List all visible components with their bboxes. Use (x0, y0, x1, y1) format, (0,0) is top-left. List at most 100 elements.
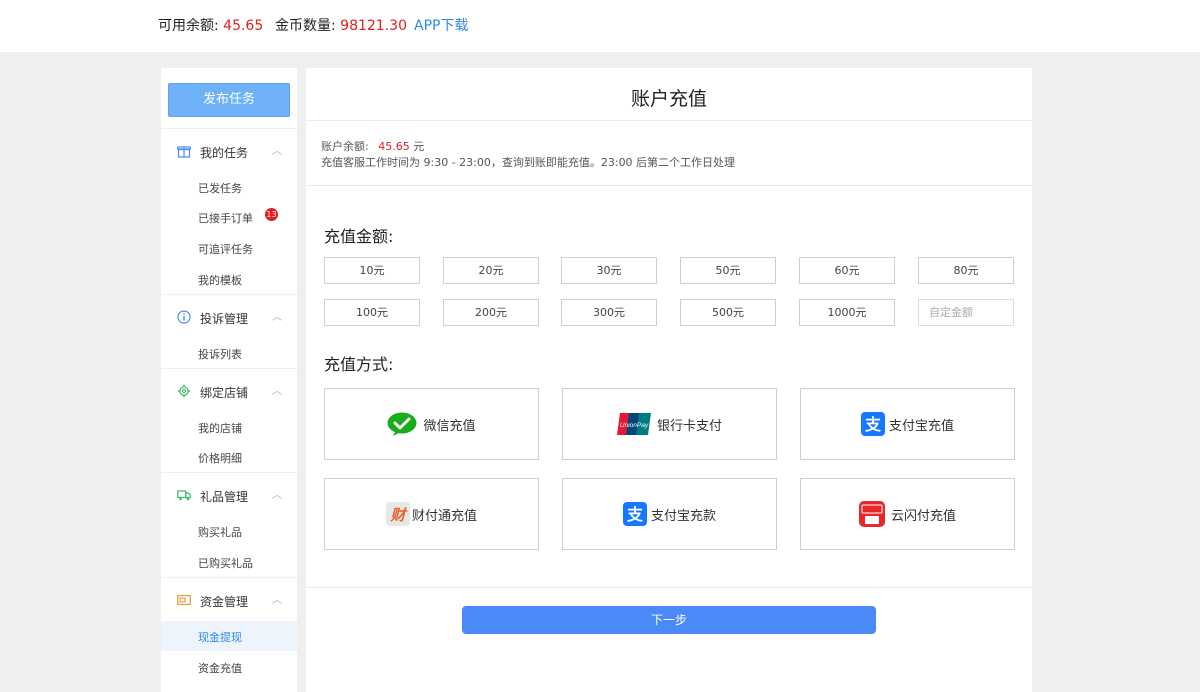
unionpay-icon: UnionPay (616, 413, 651, 435)
amount-option-80[interactable]: 80元 (918, 257, 1014, 284)
service-notice: 充值客服工作时间为 9:30 - 23:00，查询到账即能充值。23:00 后第… (321, 156, 736, 169)
chevron-up-icon: ︿ (272, 490, 282, 501)
sidebar-group-label: 绑定店铺 (200, 386, 249, 400)
sidebar-item-label: 可追评任务 (198, 243, 253, 256)
pay-method-alipay-2[interactable]: 支 支付宝充款 (562, 478, 777, 550)
sidebar-item-label: 购买礼品 (198, 526, 242, 539)
pay-method-label: 财付通充值 (411, 508, 477, 524)
divider (161, 368, 297, 369)
quickpass-icon (858, 501, 885, 527)
pay-method-alipay[interactable]: 支 支付宝充值 (800, 388, 1015, 460)
recharge-panel: 账户充值 账户余额: 45.65 元 充值客服工作时间为 9:30 - 23:0… (306, 68, 1032, 692)
chevron-up-icon: ︿ (272, 386, 282, 397)
notification-badge: 13 (265, 208, 278, 221)
amount-option-30[interactable]: 30元 (561, 257, 657, 284)
sidebar-group-complaints[interactable]: 投诉管理 ︿ (161, 308, 297, 328)
amount-option-100[interactable]: 100元 (324, 299, 420, 326)
chevron-up-icon: ︿ (272, 595, 282, 606)
account-balance: 账户余额: 45.65 元 (321, 138, 424, 154)
sidebar-item-label: 现金提现 (198, 631, 242, 644)
info-circle-icon (177, 310, 191, 324)
sidebar-item-accepted-orders[interactable]: 已接手订单 13 (161, 202, 297, 232)
svg-text:UnionPay: UnionPay (620, 422, 649, 429)
method-section-title: 充值方式: (324, 355, 394, 374)
amount-option-500[interactable]: 500元 (680, 299, 776, 326)
divider (306, 185, 1032, 186)
sidebar-group-gifts[interactable]: 礼品管理 ︿ (161, 486, 297, 506)
sidebar-item-follow-up-reviews[interactable]: 可追评任务 (161, 233, 297, 263)
pay-method-wechat[interactable]: 微信充值 (324, 388, 539, 460)
pay-method-label: 支付宝充款 (650, 508, 716, 524)
pay-method-label: 银行卡支付 (656, 418, 722, 434)
sidebar-item-complaint-list[interactable]: 投诉列表 (161, 338, 297, 368)
amount-option-20[interactable]: 20元 (443, 257, 539, 284)
sidebar-item-label: 我的模板 (198, 274, 242, 287)
available-balance-label: 可用余额: (158, 18, 219, 34)
sidebar-item-my-templates[interactable]: 我的模板 (161, 264, 297, 294)
gear-icon (177, 384, 191, 398)
sidebar-item-label: 价格明细 (198, 452, 242, 465)
divider (161, 294, 297, 295)
tenpay-icon: 财 (385, 502, 410, 526)
sidebar-item-label: 已发任务 (198, 182, 242, 195)
sidebar-item-price-details[interactable]: 价格明细 (161, 442, 297, 472)
amount-option-200[interactable]: 200元 (443, 299, 539, 326)
pay-method-tenpay[interactable]: 财 财付通充值 (324, 478, 539, 550)
truck-icon (177, 490, 191, 501)
sidebar-item-published-tasks[interactable]: 已发任务 (161, 172, 297, 202)
coin-count-value: 98121.30 (340, 18, 407, 34)
sidebar-item-my-shops[interactable]: 我的店铺 (161, 412, 297, 442)
available-balance: 可用余额: 45.65 (158, 15, 263, 35)
available-balance-value: 45.65 (223, 18, 264, 34)
coin-count: 金币数量: 98121.30 (275, 15, 407, 35)
amount-option-300[interactable]: 300元 (561, 299, 657, 326)
chevron-up-icon: ︿ (272, 312, 282, 323)
wallet-icon (177, 594, 191, 606)
pay-method-bank-card[interactable]: UnionPay 银行卡支付 (562, 388, 777, 460)
pay-method-label: 微信充值 (423, 418, 476, 434)
divider (161, 472, 297, 473)
coin-count-label: 金币数量: (275, 18, 336, 34)
account-balance-label: 账户余额: (321, 140, 369, 153)
sidebar-item-purchased-gifts[interactable]: 已购买礼品 (161, 547, 297, 577)
sidebar-group-label: 资金管理 (200, 595, 249, 609)
sidebar-item-cash-withdrawal[interactable]: 现金提现 (161, 621, 297, 651)
divider (306, 587, 1032, 588)
divider (161, 128, 297, 129)
account-balance-value: 45.65 (378, 140, 410, 153)
sidebar-group-label: 投诉管理 (200, 312, 249, 326)
pay-method-label: 支付宝充值 (888, 418, 954, 434)
sidebar-item-label: 资金充值 (198, 662, 242, 675)
wechat-icon (387, 412, 417, 436)
pay-method-quickpass[interactable]: 云闪付充值 (800, 478, 1015, 550)
next-step-button[interactable]: 下一步 (462, 606, 876, 634)
sidebar-item-label: 投诉列表 (198, 348, 242, 361)
amount-option-50[interactable]: 50元 (680, 257, 776, 284)
sidebar: 发布任务 我的任务 ︿ 已发任务 已接手订单 13 可追评任务 我的模板 投诉管… (161, 68, 297, 692)
amount-option-10[interactable]: 10元 (324, 257, 420, 284)
top-bar: 可用余额: 45.65 金币数量: 98121.30 APP下载 (0, 0, 1200, 52)
sidebar-group-bind-shop[interactable]: 绑定店铺 ︿ (161, 382, 297, 402)
divider (161, 577, 297, 578)
svg-text:支: 支 (864, 415, 882, 434)
amount-option-60[interactable]: 60元 (799, 257, 895, 284)
publish-task-button[interactable]: 发布任务 (168, 83, 290, 117)
sidebar-item-label: 已接手订单 (198, 212, 253, 225)
app-download-link[interactable]: APP下载 (414, 15, 468, 35)
sidebar-item-fund-recharge[interactable]: 资金充值 (161, 652, 297, 682)
amount-section-title: 充值金额: (324, 227, 394, 246)
pay-method-label: 云闪付充值 (890, 508, 956, 524)
amount-option-1000[interactable]: 1000元 (799, 299, 895, 326)
sidebar-group-label: 我的任务 (200, 146, 249, 160)
sidebar-group-my-tasks[interactable]: 我的任务 ︿ (161, 142, 297, 162)
svg-text:支: 支 (626, 505, 644, 524)
chevron-up-icon: ︿ (272, 146, 282, 157)
account-balance-unit: 元 (413, 140, 425, 153)
custom-amount-input[interactable] (918, 299, 1014, 326)
page-title: 账户充值 (630, 88, 707, 110)
alipay-icon: 支 (622, 502, 647, 526)
divider (306, 120, 1032, 121)
sidebar-group-funds[interactable]: 资金管理 ︿ (161, 591, 297, 611)
sidebar-item-label: 已购买礼品 (198, 557, 253, 570)
sidebar-item-buy-gifts[interactable]: 购买礼品 (161, 516, 297, 546)
